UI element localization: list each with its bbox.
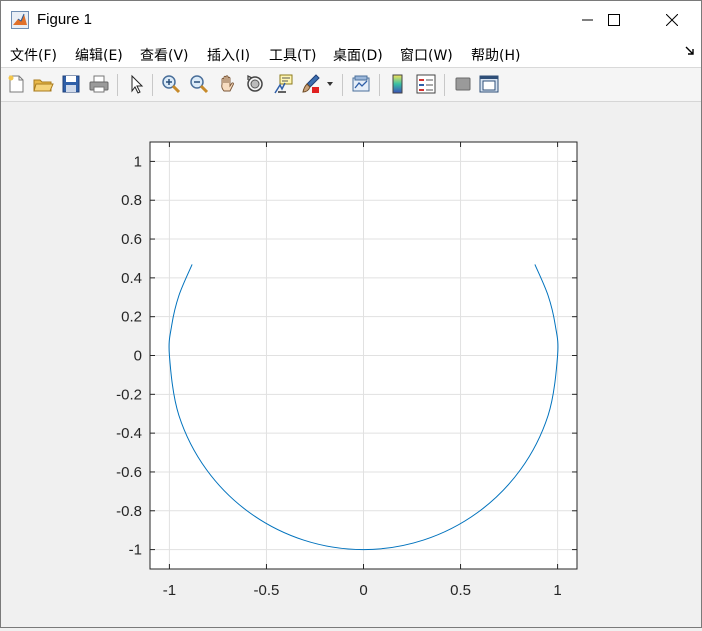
new-figure-icon[interactable]	[5, 73, 27, 95]
dock-arrow-icon[interactable]	[685, 46, 695, 56]
show-plot-tools-icon[interactable]	[478, 73, 500, 95]
toolbar-separator	[342, 74, 343, 96]
menu-view[interactable]: 查看(V)	[140, 45, 189, 65]
menu-help[interactable]: 帮助(H)	[471, 45, 520, 65]
x-tick-label: 1	[553, 582, 561, 599]
y-tick-label: 0.2	[121, 309, 142, 326]
menu-file[interactable]: 文件(F)	[10, 45, 57, 65]
x-tick-label: 0.5	[450, 582, 471, 599]
window-title: Figure 1	[37, 11, 93, 28]
menu-edit[interactable]: 编辑(E)	[75, 45, 123, 65]
toolbar	[1, 68, 701, 102]
figure-window: Figure 1 文件(F) 编辑(E) 查看(V) 插入(I) 工具(T) 桌…	[0, 0, 702, 628]
y-tick-label: -0.6	[116, 464, 142, 481]
menu-insert[interactable]: 插入(I)	[207, 45, 250, 65]
pointer-icon[interactable]	[125, 73, 147, 95]
y-tick-label: -0.8	[116, 503, 142, 520]
y-tick-label: -0.4	[116, 425, 142, 442]
toolbar-separator	[117, 74, 118, 96]
matlab-figure-icon	[11, 11, 29, 29]
close-button[interactable]	[649, 1, 695, 39]
link-plot-icon[interactable]	[350, 73, 372, 95]
legend-icon[interactable]	[415, 73, 437, 95]
menu-tools[interactable]: 工具(T)	[269, 45, 316, 65]
maximize-icon	[608, 14, 620, 26]
y-tick-label: 0.8	[121, 192, 142, 209]
colorbar-icon[interactable]	[387, 73, 409, 95]
toolbar-separator	[379, 74, 380, 96]
save-icon[interactable]	[60, 73, 82, 95]
x-tick-label: 0	[359, 582, 367, 599]
hide-plot-tools-icon[interactable]	[452, 73, 474, 95]
plot-svg[interactable]: -1 -0.5 0 0.5 1 1 0.8 0.6 0.4 0.2 0 -0.2 -0.4 -0.6 -0.…	[1, 102, 701, 627]
toolbar-separator	[152, 74, 153, 96]
y-tick-label: -0.2	[116, 386, 142, 403]
menu-bar: 文件(F) 编辑(E) 查看(V) 插入(I) 工具(T) 桌面(D) 窗口(W…	[1, 39, 701, 68]
x-tick-label: -0.5	[254, 582, 280, 599]
figure-canvas: -1 -0.5 0 0.5 1 1 0.8 0.6 0.4 0.2 0 -0.2 -0.4 -0.6 -0.…	[1, 102, 701, 627]
menu-desktop[interactable]: 桌面(D)	[333, 45, 383, 65]
y-tick-label: 0.6	[121, 231, 142, 248]
x-tick-label: -1	[163, 582, 176, 599]
title-bar[interactable]: Figure 1	[1, 1, 701, 39]
close-icon	[666, 14, 678, 26]
zoom-in-icon[interactable]	[160, 73, 182, 95]
brush-dropdown-icon[interactable]	[326, 81, 334, 87]
toolbar-separator	[444, 74, 445, 96]
y-tick-label: 0.4	[121, 270, 142, 287]
open-file-icon[interactable]	[32, 73, 54, 95]
menu-window[interactable]: 窗口(W)	[400, 45, 453, 65]
brush-icon[interactable]	[300, 73, 322, 95]
y-tick-label: -1	[129, 542, 142, 559]
y-tick-label: 1	[134, 153, 142, 170]
y-tick-label: 0	[134, 348, 142, 365]
data-cursor-icon[interactable]	[272, 73, 294, 95]
maximize-button[interactable]	[591, 1, 637, 39]
pan-hand-icon[interactable]	[216, 73, 238, 95]
print-icon[interactable]	[88, 73, 110, 95]
rotate-3d-icon[interactable]	[244, 73, 266, 95]
zoom-out-icon[interactable]	[188, 73, 210, 95]
